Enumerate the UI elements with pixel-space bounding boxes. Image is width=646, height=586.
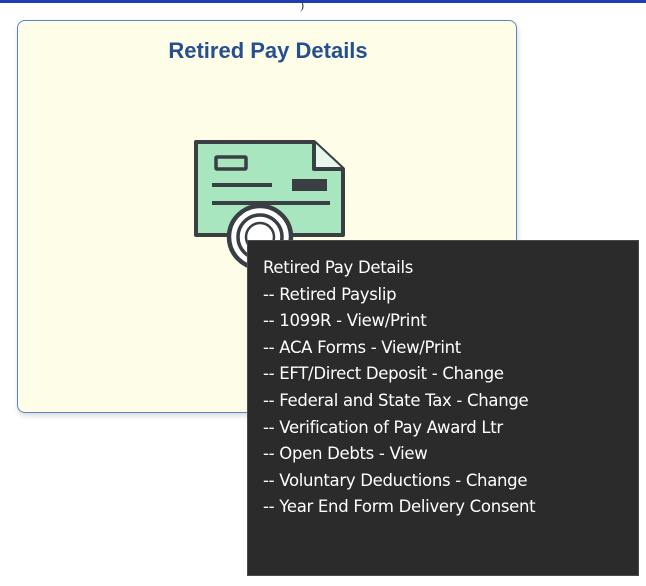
truncated-glyph: ) (300, 0, 304, 12)
tile-title: Retired Pay Details (168, 38, 368, 63)
tooltip-item: -- Retired Payslip (263, 284, 397, 304)
tooltip-item: -- 1099R - View/Print (263, 311, 427, 331)
tile-tooltip: Retired Pay Details -- Retired Payslip -… (247, 240, 639, 576)
tooltip-item: -- Year End Form Delivery Consent (263, 497, 536, 517)
tooltip-item: -- Voluntary Deductions - Change (263, 470, 528, 490)
tooltip-item: -- Open Debts - View (263, 444, 428, 464)
tooltip-item: -- Federal and State Tax - Change (263, 390, 529, 410)
page: ) Retired Pay Details Retired Pay Detail… (0, 0, 646, 586)
top-border (0, 0, 646, 3)
tooltip-item: -- EFT/Direct Deposit - Change (263, 364, 504, 384)
tooltip-item: -- ACA Forms - View/Print (263, 337, 461, 357)
tooltip-item: -- Verification of Pay Award Ltr (263, 417, 503, 437)
tooltip-title: Retired Pay Details (263, 258, 414, 277)
